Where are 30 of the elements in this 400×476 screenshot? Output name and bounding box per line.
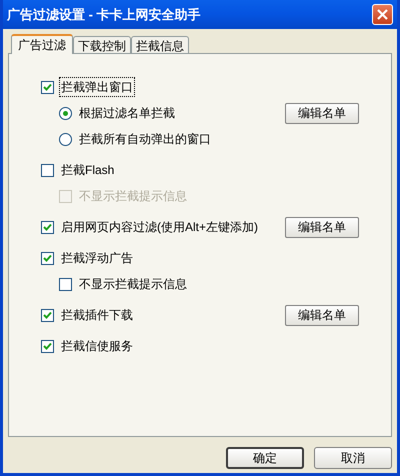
checkbox[interactable] — [41, 80, 54, 94]
checkbox[interactable] — [41, 340, 54, 352]
option-label: 不显示拦截提示信息 — [78, 188, 188, 205]
option-label: 拦截插件下载 — [60, 307, 134, 324]
tab[interactable]: 广告过滤 — [11, 34, 73, 54]
edit-list-button[interactable]: 编辑名单 — [285, 216, 359, 238]
checkbox[interactable] — [41, 164, 54, 176]
edit-list-button[interactable]: 编辑名单 — [285, 102, 359, 124]
dialog-button[interactable]: 确定 — [226, 447, 304, 469]
edit-list-button[interactable]: 编辑名单 — [285, 304, 359, 326]
option-label: 不显示拦截提示信息 — [78, 276, 188, 293]
option-label: 拦截信使服务 — [60, 338, 134, 355]
checkbox[interactable] — [59, 278, 72, 290]
option-label: 拦截Flash — [60, 162, 116, 179]
close-button[interactable] — [372, 4, 393, 25]
tab[interactable]: 拦截信息 — [131, 36, 189, 53]
radio-button[interactable] — [59, 106, 72, 120]
option-label: 启用网页内容过滤(使用Alt+左键添加) — [60, 219, 260, 236]
checkbox[interactable] — [41, 220, 54, 234]
option-label: 拦截弹出窗口 — [60, 78, 134, 96]
option-label: 根据过滤名单拦截 — [78, 105, 176, 122]
close-icon — [377, 9, 388, 20]
window-title: 广告过滤设置 - 卡卡上网安全助手 — [7, 6, 201, 24]
tab[interactable]: 下载控制 — [73, 36, 131, 53]
radio-button[interactable] — [59, 132, 72, 146]
checkbox[interactable] — [41, 308, 54, 322]
option-label: 拦截所有自动弹出的窗口 — [78, 131, 212, 148]
dialog-button[interactable]: 取消 — [314, 447, 392, 469]
option-label: 拦截浮动广告 — [60, 250, 134, 267]
checkbox[interactable] — [41, 252, 54, 264]
